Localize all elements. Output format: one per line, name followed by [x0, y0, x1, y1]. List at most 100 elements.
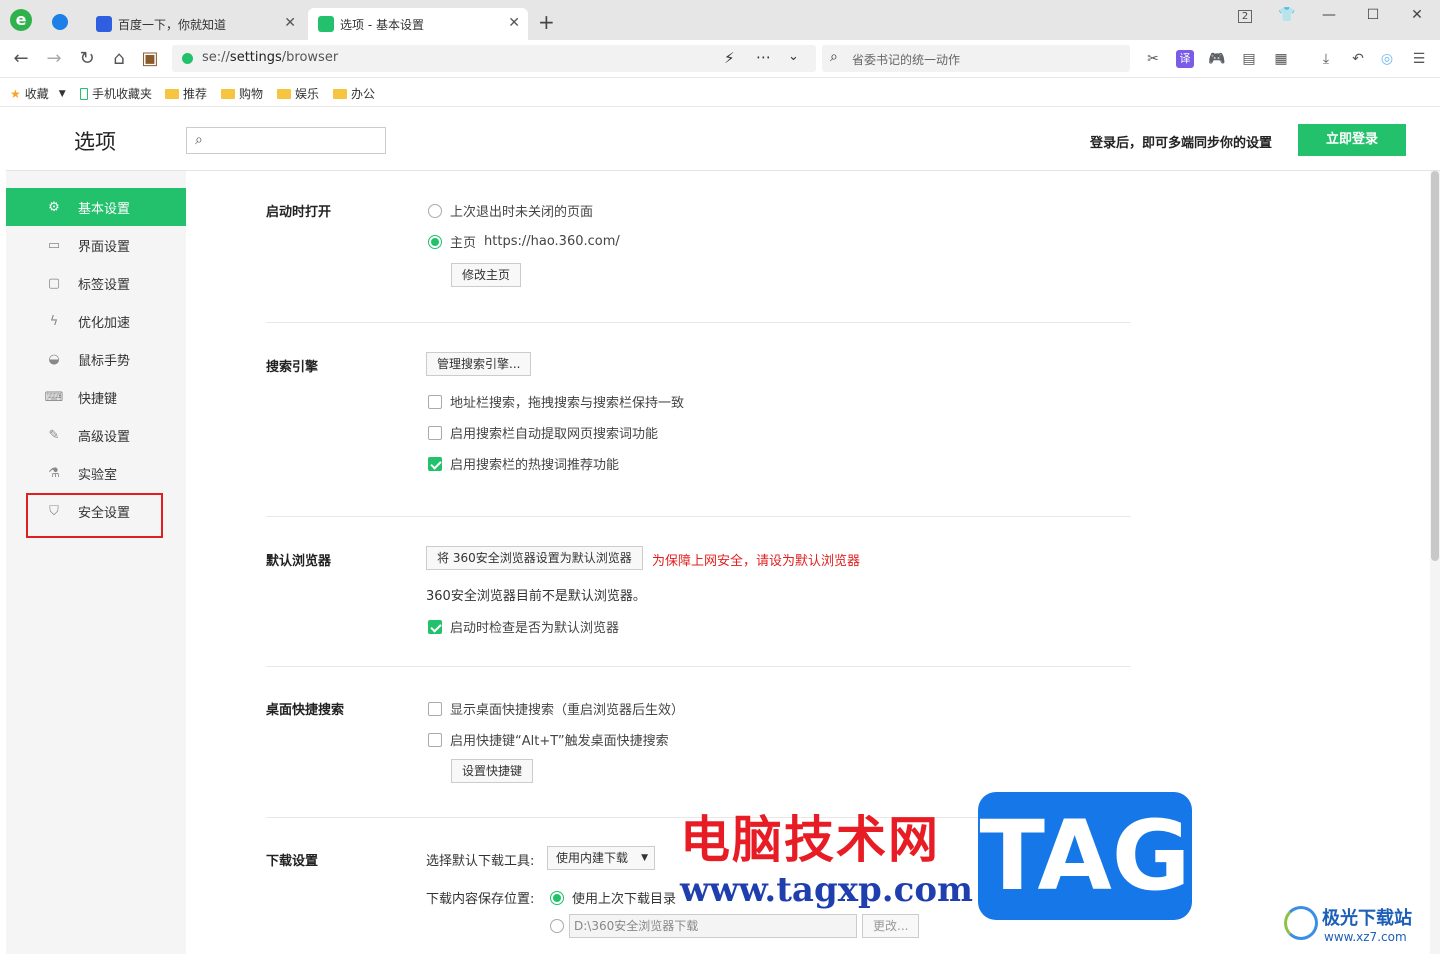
apps-grid-icon[interactable]: ▦	[1272, 50, 1290, 68]
bookmark-folder[interactable]: 办公	[333, 85, 375, 102]
phone-icon	[80, 87, 88, 100]
extension-icon[interactable]: ◎	[1378, 50, 1396, 68]
divider	[266, 322, 1131, 323]
set-shortcut-button[interactable]: 设置快捷键	[451, 759, 534, 783]
secure-icon	[182, 53, 193, 64]
tab-baidu[interactable]: 百度一下，你就知道 ✕	[86, 8, 304, 40]
folder-icon	[221, 88, 235, 99]
watermark-text: 电脑技术网	[680, 810, 940, 869]
sidebar-item-advanced[interactable]: ✎ 高级设置	[6, 416, 186, 454]
scissors-icon[interactable]: ✂	[1144, 50, 1162, 68]
forward-icon[interactable]: →	[43, 48, 65, 70]
browser-logo-icon[interactable]: e	[10, 9, 32, 31]
sidebar-item-basic[interactable]: ⚙ 基本设置	[6, 188, 186, 226]
url-scheme: se://	[202, 50, 230, 65]
brand-url: www.xz7.com	[1324, 930, 1407, 944]
sidebar-item-optimize[interactable]: ϟ 优化加速	[6, 302, 186, 340]
keyboard-icon: ⌨	[44, 389, 64, 405]
checkbox-alt-t[interactable]: 启用快捷键“Alt+T”触发桌面快捷搜索	[428, 730, 669, 749]
close-tab-icon[interactable]: ✕	[508, 15, 520, 31]
translate-icon[interactable]: 译	[1176, 50, 1194, 68]
bookmark-mobile[interactable]: 手机收藏夹	[80, 85, 152, 102]
modify-homepage-button[interactable]: 修改主页	[451, 263, 522, 287]
star-icon: ★	[10, 86, 21, 101]
sidebar-item-label: 标签设置	[78, 277, 131, 293]
chevron-down-icon[interactable]: ⌄	[788, 49, 799, 64]
radio-icon	[550, 890, 564, 905]
change-dir-button[interactable]: 更改...	[862, 914, 920, 938]
new-tab-button[interactable]: +	[538, 10, 555, 34]
section-title-download: 下载设置	[266, 854, 319, 869]
checkbox-sync-search[interactable]: 地址栏搜索，拖拽搜索与搜索栏保持一致	[428, 392, 684, 411]
bookmark-folder[interactable]: 推荐	[165, 85, 207, 102]
download-location-label: 下载内容保存位置:	[426, 892, 535, 907]
set-default-browser-button[interactable]: 将 360安全浏览器设置为默认浏览器	[426, 546, 643, 570]
section-title-default-browser: 默认浏览器	[266, 554, 332, 569]
skin-icon[interactable]: 👕	[1274, 6, 1300, 24]
reader-icon[interactable]: ▤	[1240, 50, 1258, 68]
briefcase-icon[interactable]: ▣	[139, 48, 161, 70]
radio-last-dir[interactable]: 使用上次下载目录	[550, 888, 676, 907]
option-label: 主页	[450, 236, 477, 251]
radio-last-pages[interactable]: 上次退出时未关闭的页面	[428, 201, 593, 220]
sidebar-item-lab[interactable]: ⚗ 实验室	[6, 454, 186, 492]
search-icon: ⌕	[195, 132, 203, 148]
sidebar-item-tabs[interactable]: ▢ 标签设置	[6, 264, 186, 302]
undo-icon[interactable]: ↶	[1349, 50, 1367, 68]
option-label: 启用搜索栏自动提取网页搜索词功能	[450, 427, 659, 442]
select-value: 使用内建下载	[556, 851, 629, 865]
sidebar-item-label: 界面设置	[78, 239, 131, 255]
download-tool-select[interactable]: 使用内建下载 ▼	[547, 846, 655, 870]
checkbox-hot-words[interactable]: 启用搜索栏的热搜词推荐功能	[428, 454, 619, 473]
download-path-input[interactable]: D:\360安全浏览器下载	[569, 914, 857, 938]
maximize-icon[interactable]: ☐	[1360, 6, 1386, 24]
checkbox-auto-extract[interactable]: 启用搜索栏自动提取网页搜索词功能	[428, 423, 658, 442]
scrollbar-thumb[interactable]	[1431, 171, 1439, 561]
sidebar-item-interface[interactable]: ▭ 界面设置	[6, 226, 186, 264]
folder-icon	[277, 88, 291, 99]
watermark-tag-logo: TAG	[978, 792, 1192, 920]
option-label: 启用快捷键“Alt+T”触发桌面快捷搜索	[450, 734, 669, 749]
refresh-icon[interactable]: ↻	[76, 48, 98, 70]
close-tab-icon[interactable]: ✕	[284, 15, 296, 31]
game-icon[interactable]: 🎮	[1208, 50, 1226, 68]
bookmark-label: 娱乐	[295, 87, 320, 101]
login-button[interactable]: 立即登录	[1298, 124, 1406, 156]
close-window-icon[interactable]: ✕	[1404, 6, 1430, 24]
sidebar-item-shortcuts[interactable]: ⌨ 快捷键	[6, 378, 186, 416]
more-icon[interactable]: ⋯	[756, 48, 771, 66]
bookmark-folder[interactable]: 购物	[221, 85, 263, 102]
minimize-icon[interactable]: —	[1316, 6, 1342, 24]
manage-search-engine-button[interactable]: 管理搜索引擎...	[426, 352, 532, 376]
tab-bar: e 百度一下，你就知道 ✕ 选项 - 基本设置 ✕ + 2 👕 — ☐ ✕	[0, 0, 1440, 40]
lightning-icon[interactable]: ⚡	[724, 49, 735, 67]
checkbox-check-default[interactable]: 启动时检查是否为默认浏览器	[428, 617, 619, 636]
settings-search-input[interactable]: ⌕	[186, 127, 386, 154]
chevron-down-icon: ▼	[641, 853, 648, 863]
bookmark-label: 购物	[239, 87, 264, 101]
mouse-icon: ◒	[48, 351, 60, 367]
scrollbar[interactable]	[1430, 171, 1440, 954]
download-icon[interactable]: ⤓	[1317, 50, 1335, 68]
page-title: 选项	[74, 130, 116, 154]
sidebar-item-mouse[interactable]: ◒ 鼠标手势	[6, 340, 186, 378]
address-bar[interactable]: se://settings/browser ⚡ ⋯ ⌄	[172, 45, 816, 72]
flask-icon: ⚗	[48, 465, 60, 481]
bookmark-folder[interactable]: 娱乐	[277, 85, 319, 102]
tab-settings[interactable]: 选项 - 基本设置 ✕	[308, 8, 528, 40]
option-label: 上次退出时未关闭的页面	[450, 205, 594, 220]
url-rest: /browser	[281, 50, 339, 65]
radio-homepage[interactable]: 主页 https://hao.360.com/	[428, 232, 620, 251]
send-icon[interactable]	[52, 14, 68, 30]
gear-icon: ⚙	[48, 199, 60, 215]
menu-icon[interactable]: ☰	[1410, 50, 1428, 68]
checkbox-icon	[428, 701, 442, 716]
tab-count-badge[interactable]: 2	[1232, 6, 1258, 24]
folder-icon	[333, 88, 347, 99]
home-icon[interactable]: ⌂	[108, 48, 130, 70]
back-icon[interactable]: ←	[10, 48, 32, 70]
sidebar-item-label: 优化加速	[78, 315, 131, 331]
checkbox-desktop-search[interactable]: 显示桌面快捷搜索（重启浏览器后生效）	[428, 699, 684, 718]
bookmark-favorites[interactable]: ★ 收藏 ▼	[10, 85, 66, 102]
search-box[interactable]: ⌕ 省委书记的统一动作	[822, 45, 1130, 72]
